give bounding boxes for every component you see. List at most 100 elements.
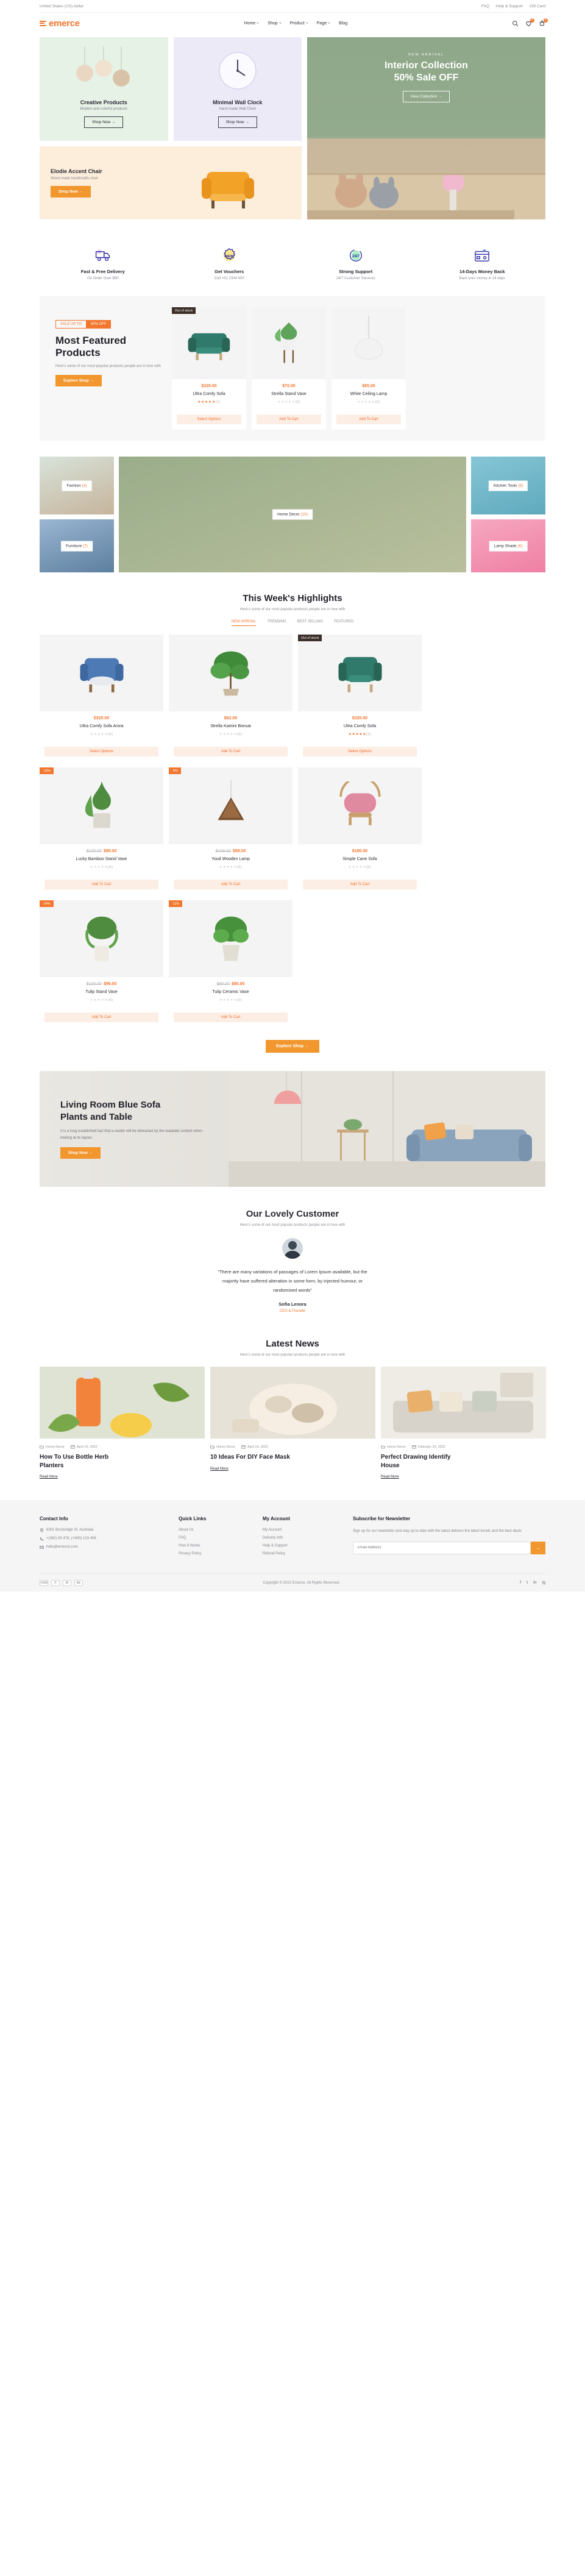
currency-selector[interactable]: United States (US) dollar: [40, 4, 83, 9]
highlights-explore-shop-button[interactable]: Explore Shop →: [265, 1040, 320, 1053]
tab-trending[interactable]: TRENDING: [267, 620, 286, 626]
promo-shop-now-button[interactable]: Shop Now →: [51, 186, 91, 197]
category-tile-lamp-shade[interactable]: Lamp Shade (6): [471, 519, 545, 572]
news-list: Home Decor April 19, 2022 How To Use Bot…: [40, 1367, 546, 1479]
product-action-button[interactable]: Add To Cart: [336, 415, 401, 424]
top-link-giftcard[interactable]: Gift Card: [530, 4, 545, 9]
news-post[interactable]: Home Decor April 19, 2022 10 Ideas For D…: [210, 1367, 375, 1479]
cart-icon[interactable]: 0: [539, 18, 548, 27]
product-card[interactable]: -18% $120.00 $99.00 Lucky Bamboo Stand Vase…: [40, 767, 163, 895]
product-card[interactable]: $65.00 White Ceiling Lamp ★★★★★(0) Add T…: [332, 307, 406, 430]
product-action-button[interactable]: Add To Cart: [44, 1012, 158, 1022]
product-action-button[interactable]: Add To Cart: [44, 880, 158, 889]
product-card[interactable]: -9% $109.00 $99.00 Youd Wooden Lamp ★★★★★(0)…: [169, 767, 292, 895]
promo-shop-now-button[interactable]: Shop Now →: [218, 116, 257, 128]
footer-newsletter: Subscribe for Newsletter Sign up for our…: [353, 1516, 545, 1560]
footer-contact-address[interactable]: 6301 Brockridge St, Australia: [40, 1528, 168, 1532]
highlights-product-grid: $325.00 Ultra Comfy Sofa Arora ★★★★★(0) Sel…: [40, 635, 545, 1028]
product-card[interactable]: Out of stock $320.00 Ultra Comfy Sofa ★★★★★…: [298, 635, 422, 762]
nav-item-shop[interactable]: Shop: [268, 21, 282, 26]
tab-new-arrival[interactable]: NEW ARRIVAL: [231, 620, 257, 626]
product-card[interactable]: -24% $130.00 $99.00 Tulip Stand Vase ★★★★★(0…: [40, 900, 163, 1028]
facebook-icon[interactable]: f: [520, 1581, 521, 1585]
search-icon[interactable]: [512, 20, 519, 27]
footer-contact-phone[interactable]: +(082) 65 478, (+800) 123 456: [40, 1537, 168, 1541]
footer-contact-text: hello@emerce.com: [46, 1545, 78, 1549]
newsletter-email-input[interactable]: [353, 1541, 531, 1554]
category-tile-home-decor[interactable]: Home Decor (10): [119, 457, 466, 572]
post-read-more-link[interactable]: Read More: [381, 1475, 399, 1479]
product-action-button[interactable]: Select Options: [303, 747, 417, 756]
nav-item-home[interactable]: Home: [244, 21, 260, 26]
product-action-button[interactable]: Add To Cart: [174, 880, 288, 889]
product-card[interactable]: Out of stock $320.00 Ultra Comfy Sofa ★★…: [172, 307, 246, 430]
tab-featured[interactable]: FEATURED: [334, 620, 353, 626]
product-card[interactable]: $62.00 Strella Kamini Bonsai ★★★★★(0) Add T…: [169, 635, 292, 762]
footer-contact-email[interactable]: hello@emerce.com: [40, 1545, 168, 1550]
product-card[interactable]: $70.00 Strella Stand Vase ★★★★★(0) Add T…: [252, 307, 326, 430]
category-tile-kitchen-tools[interactable]: Kitchen Tools (9): [471, 457, 545, 515]
product-card[interactable]: -11% $90.00 $80.00 Tulip Ceramic Vase ★★★★★(…: [169, 900, 292, 1028]
newsletter-submit-button[interactable]: →: [531, 1541, 545, 1554]
post-read-more-link[interactable]: Read More: [210, 1467, 229, 1471]
product-action-button[interactable]: Add To Cart: [303, 880, 417, 889]
promo-card-wall-clock[interactable]: Minimal Wall Clock Hand made Wall Clock …: [173, 37, 302, 141]
category-tile-furniture[interactable]: Furniture (7): [40, 519, 114, 572]
footer-link-privacy[interactable]: Privacy Policy: [179, 1552, 252, 1556]
nav-item-product[interactable]: Product: [290, 21, 308, 26]
nav-item-page[interactable]: Page: [317, 21, 331, 26]
footer-link-how-it-works[interactable]: How It Works: [179, 1544, 252, 1548]
footer-link-about[interactable]: About Us: [179, 1528, 252, 1532]
news-post[interactable]: Home Decor April 19, 2022 How To Use Bot…: [40, 1367, 205, 1479]
promo-card-accent-chair[interactable]: Elodie Accent Chair Wood made handicraft…: [40, 146, 302, 219]
promo-card-creative-products[interactable]: Creative Products Modern and colorful pr…: [40, 37, 168, 141]
payment-amex-icon: AE: [74, 1579, 83, 1586]
twitter-icon[interactable]: t: [526, 1581, 528, 1585]
product-action-button[interactable]: Add To Cart: [174, 1012, 288, 1022]
service-fast-delivery: Fast & Free Delivery On Order Over $90: [40, 246, 166, 280]
news-post[interactable]: Home Decor February 20, 2022 Perfect Dra…: [381, 1367, 546, 1479]
payment-mastercard-icon: M: [63, 1579, 71, 1586]
footer-link-my-account[interactable]: My Account: [263, 1528, 342, 1532]
category-chip: Lamp Shade (6): [489, 541, 528, 552]
promo-shop-now-button[interactable]: Shop Now →: [84, 116, 124, 128]
post-category[interactable]: Home Decor: [381, 1445, 406, 1449]
banner-shop-now-button[interactable]: Shop Now →: [60, 1147, 101, 1159]
product-name: Youd Wooden Lamp: [211, 857, 250, 861]
product-card[interactable]: $325.00 Ultra Comfy Sofa Arora ★★★★★(0) Sel…: [40, 635, 163, 762]
nav-item-blog[interactable]: Blog: [339, 21, 347, 26]
product-action-button[interactable]: Select Options: [44, 747, 158, 756]
category-chip: Furniture (7): [61, 541, 93, 552]
promo-banner-living-room[interactable]: Living Room Blue Sofa Plants and Table I…: [40, 1071, 545, 1187]
svg-text:NEW: NEW: [225, 255, 234, 258]
featured-explore-shop-button[interactable]: Explore Shop →: [55, 375, 102, 387]
product-action-button[interactable]: Add To Cart: [257, 415, 321, 424]
footer-link-help-support[interactable]: Help & Support: [263, 1544, 342, 1548]
footer-link-faq[interactable]: FAQ: [179, 1536, 252, 1540]
post-category[interactable]: Home Decor: [40, 1445, 65, 1449]
site-logo[interactable]: emerce: [40, 18, 80, 29]
hero-main-banner[interactable]: NEW ARRIVAL Interior Collection 50% Sale…: [307, 37, 545, 219]
product-rating: ★★★★★(0): [90, 733, 113, 736]
featured-copy: SALE UP TO 50% OFF Most Featured Product…: [51, 307, 166, 387]
footer-link-refund-policy[interactable]: Refund Policy: [263, 1552, 342, 1556]
product-card[interactable]: $180.00 Simple Cane Sofa ★★★★★(0) Add To Ca…: [298, 767, 422, 895]
linkedin-icon[interactable]: in: [533, 1581, 536, 1585]
footer-link-delivery-info[interactable]: Delivery Info: [263, 1536, 342, 1540]
post-date-label: February 20, 2022: [417, 1445, 445, 1449]
product-action-button[interactable]: Add To Cart: [174, 747, 288, 756]
tab-best-selling[interactable]: BEST SELLING: [297, 620, 324, 626]
post-category[interactable]: Home Decor: [210, 1445, 235, 1449]
promo-subtitle: Wood made handicrafts chair: [51, 177, 98, 180]
hero-view-collection-button[interactable]: View Collection →: [403, 91, 450, 102]
top-link-help[interactable]: Help & Support: [496, 4, 523, 9]
post-read-more-link[interactable]: Read More: [40, 1475, 58, 1479]
footer-contact-info: Contact Info 6301 Brockridge St, Austral…: [40, 1516, 168, 1560]
wishlist-icon[interactable]: 0: [525, 18, 534, 27]
delivery-truck-icon: [40, 246, 166, 265]
newsletter-description: Sign up for our newsletter and stay up t…: [353, 1529, 522, 1533]
product-action-button[interactable]: Select Options: [177, 415, 241, 424]
top-link-faq[interactable]: FAQ: [481, 4, 489, 9]
category-tile-fashion[interactable]: Fashion (4): [40, 457, 114, 515]
instagram-icon[interactable]: ig: [542, 1581, 545, 1585]
